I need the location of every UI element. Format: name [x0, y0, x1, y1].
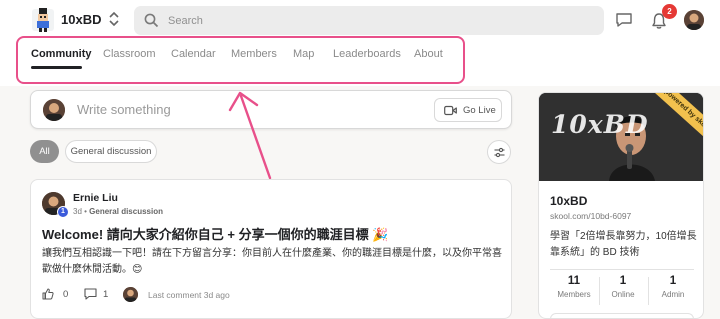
group-logo-icon[interactable] [30, 5, 56, 33]
post-card[interactable]: 1 Ernie Liu 3d • General discussion Welc… [30, 179, 512, 319]
user-avatar[interactable] [684, 10, 704, 30]
stat-online-label: Online [611, 290, 635, 299]
go-live-button[interactable]: Go Live [434, 98, 502, 122]
cover-title-text: 10xBD [551, 110, 649, 139]
stat-admin-label: Admin [661, 290, 685, 299]
stat-members[interactable]: 11 Members [550, 275, 598, 299]
sidebar-group-name[interactable]: 10xBD [550, 194, 587, 208]
thumbs-up-icon[interactable] [42, 288, 54, 300]
filter-settings-button[interactable] [487, 140, 511, 164]
comment-icon[interactable] [84, 288, 97, 300]
commenter-avatar [123, 287, 138, 302]
post-body: 讓我們互相認識一下吧！請在下方留言分享：你目前人在什麼產業、你的職涯目標是什麼，… [42, 248, 502, 275]
post-meta: 3d • General discussion [73, 207, 163, 216]
group-name[interactable]: 10xBD [61, 12, 101, 27]
like-count: 0 [63, 289, 69, 300]
post-category[interactable]: General discussion [89, 207, 163, 216]
last-comment-time: Last comment 3d ago [148, 290, 230, 300]
comment-count: 1 [103, 289, 109, 300]
go-live-label: Go Live [463, 105, 496, 116]
post-author[interactable]: Ernie Liu [73, 192, 118, 204]
post-age: 3d [73, 207, 82, 216]
filter-chip-general-discussion[interactable]: General discussion [65, 140, 157, 163]
stat-online-value: 1 [619, 275, 627, 287]
annotation-arrow [228, 91, 272, 180]
sliders-icon [494, 147, 505, 158]
sidebar-divider [550, 269, 694, 270]
compose-placeholder[interactable]: Write something [77, 102, 171, 117]
stat-members-label: Members [557, 290, 591, 299]
search-icon [144, 13, 159, 28]
group-cover-image: 10xBD powered by skool [539, 93, 703, 181]
switcher-chevron-icon[interactable] [108, 11, 120, 27]
search-bar[interactable] [134, 6, 604, 35]
top-header: 10xBD 2 [0, 0, 720, 38]
sidebar-group-url[interactable]: skool.com/10bd-6097 [550, 211, 631, 221]
stat-admin[interactable]: 1 Admin [649, 275, 697, 299]
notification-badge: 2 [662, 4, 677, 19]
stat-admin-value: 1 [669, 275, 677, 287]
sidebar-description: 學習「2倍增長靠努力，10倍增長靠系統」的 BD 技術 [550, 231, 697, 258]
filter-chip-all[interactable]: All [30, 140, 59, 163]
group-info-card: 10xBD powered by skool 10xBD skool.com/1… [538, 92, 704, 319]
stat-online[interactable]: 1 Online [599, 275, 647, 299]
nav-highlight-annotation [16, 36, 465, 84]
stat-members-value: 11 [567, 275, 581, 287]
post-title[interactable]: Welcome! 請向大家介紹你自己 + 分享一個你的職涯目標 🎉 [42, 224, 388, 243]
compose-avatar [43, 99, 65, 121]
chat-icon[interactable] [615, 12, 633, 28]
level-badge: 1 [57, 206, 69, 218]
video-camera-icon [444, 105, 457, 116]
search-input[interactable] [168, 6, 588, 35]
sidebar-next-button-edge[interactable] [550, 313, 694, 318]
